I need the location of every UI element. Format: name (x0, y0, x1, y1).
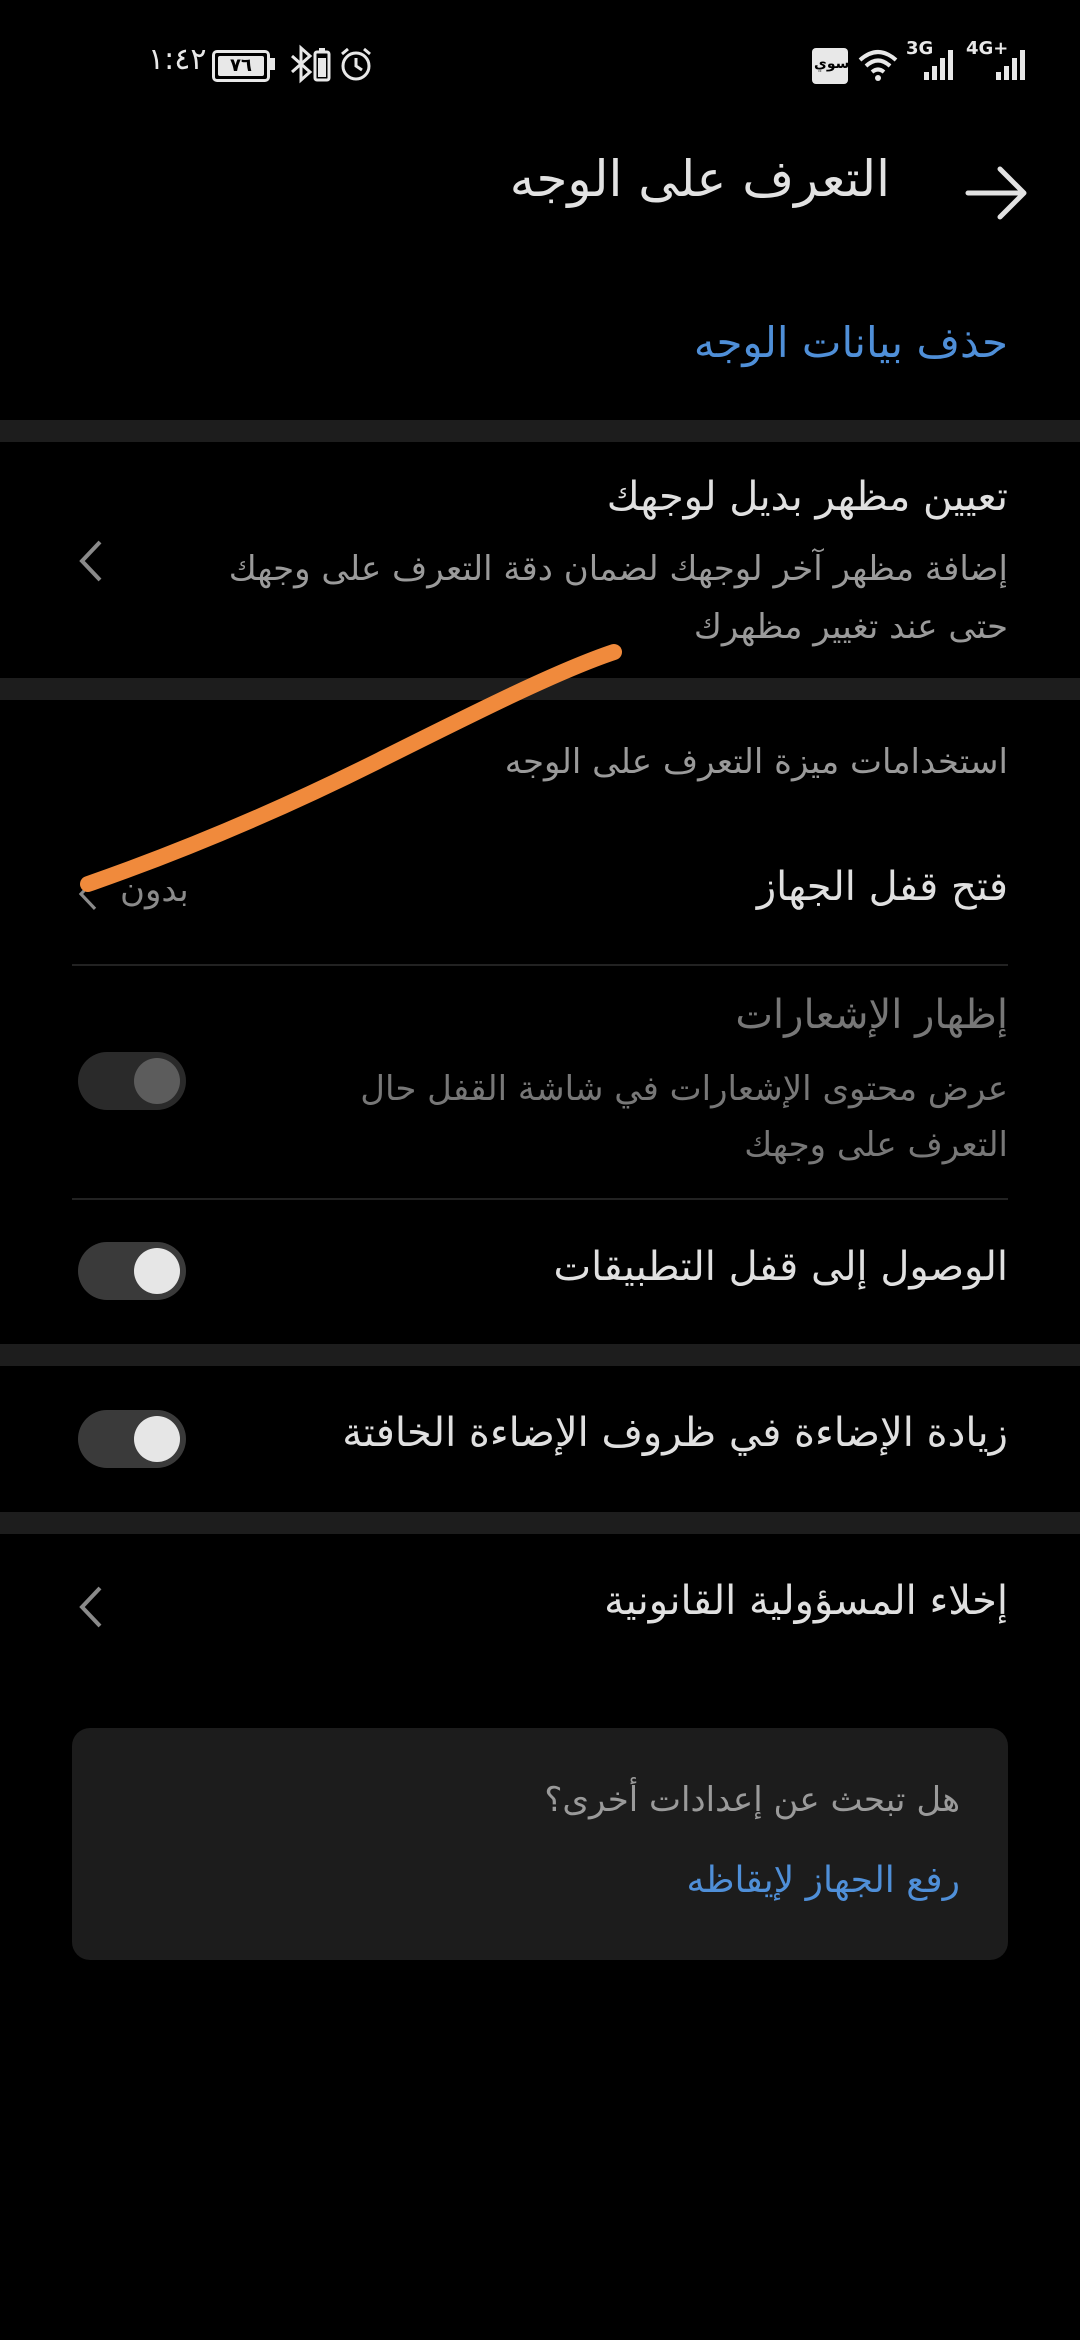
show-notifications-label: إظهار الإشعارات (735, 992, 1008, 1038)
chevron-left-icon (78, 878, 97, 910)
status-bar: ١:٤٢ ٧٦ سوي 3G 4G+ (0, 0, 1080, 130)
legal-disclaimer-row[interactable]: إخلاء المسؤولية القانونية (0, 1534, 1080, 1680)
section-separator (0, 1344, 1080, 1366)
legal-disclaimer-label: إخلاء المسؤولية القانونية (604, 1578, 1008, 1624)
unlock-device-value: بدون (120, 870, 189, 910)
carrier-badge: سوي (812, 48, 850, 84)
app-lock-access-label: الوصول إلى قفل التطبيقات (553, 1244, 1009, 1290)
section-separator (0, 678, 1080, 700)
low-light-label: زيادة الإضاءة في ظروف الإضاءة الخافتة (342, 1410, 1008, 1456)
show-notifications-subtitle-line2: التعرف على وجهك (744, 1125, 1008, 1165)
app-lock-access-row[interactable]: الوصول إلى قفل التطبيقات (0, 1200, 1080, 1344)
alternate-appearance-title: تعيين مظهر بديل لوجهك (606, 474, 1008, 520)
low-light-toggle[interactable] (78, 1410, 186, 1468)
show-notifications-row: إظهار الإشعارات عرض محتوى الإشعارات في ش… (0, 966, 1080, 1198)
section-separator (0, 1512, 1080, 1534)
battery-level: ٧٦ (218, 56, 264, 76)
status-time: ١:٤٢ (148, 42, 207, 77)
wifi-icon (858, 50, 898, 81)
uses-section-header: استخدامات ميزة التعرف على الوجه (504, 742, 1008, 782)
battery-tip (270, 58, 275, 70)
alarm-icon (341, 47, 371, 81)
alternate-appearance-subtitle-line2: حتى عند تغيير مظهرك (693, 607, 1008, 647)
chevron-left-icon (79, 540, 102, 582)
section-separator (0, 420, 1080, 442)
delete-face-data-button[interactable]: حذف بيانات الوجه (694, 318, 1008, 367)
unlock-device-row[interactable]: فتح قفل الجهاز بدون (0, 840, 1080, 964)
signal-icon-1 (924, 50, 953, 80)
arrow-right-icon[interactable] (962, 158, 1032, 228)
raise-to-wake-link[interactable]: رفع الجهاز لإيقاظه (687, 1860, 960, 1901)
show-notifications-toggle[interactable] (78, 1052, 186, 1110)
low-light-row[interactable]: زيادة الإضاءة في ظروف الإضاءة الخافتة (0, 1366, 1080, 1512)
alternate-appearance-subtitle-line1: إضافة مظهر آخر لوجهك لضمان دقة التعرف عل… (228, 549, 1008, 589)
battery-icon: ٧٦ (212, 50, 270, 82)
toggle-knob (134, 1248, 180, 1294)
more-settings-question: هل تبحث عن إعدادات أخرى؟ (544, 1780, 960, 1820)
app-lock-access-toggle[interactable] (78, 1242, 186, 1300)
signal-icon-2 (996, 50, 1025, 80)
alternate-appearance-row[interactable]: تعيين مظهر بديل لوجهك إضافة مظهر آخر لوج… (0, 442, 1080, 680)
toggle-knob (134, 1416, 180, 1462)
page-title: التعرف على الوجه (509, 150, 890, 208)
carrier-label: سوي (814, 56, 850, 72)
chevron-left-icon (79, 1586, 102, 1628)
show-notifications-subtitle-line1: عرض محتوى الإشعارات في شاشة القفل حال (360, 1069, 1008, 1109)
unlock-device-label: فتح قفل الجهاز (756, 864, 1008, 910)
toggle-knob (134, 1058, 180, 1104)
more-settings-card (72, 1728, 1008, 1960)
